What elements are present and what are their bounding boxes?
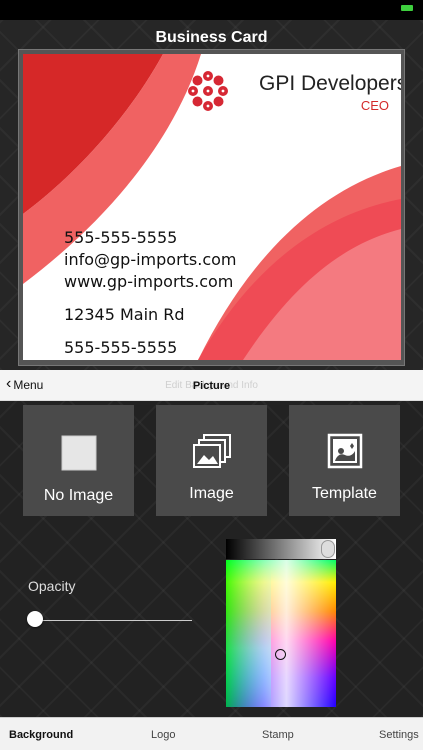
color-field-overlay bbox=[226, 560, 336, 707]
card-company-name: GPI Developers bbox=[259, 72, 401, 95]
status-bar bbox=[0, 0, 423, 20]
blank-square-icon bbox=[61, 435, 96, 471]
card-website: www.gp-imports.com bbox=[64, 272, 234, 291]
tab-stamp[interactable]: Stamp bbox=[262, 729, 294, 741]
tab-logo[interactable]: Logo bbox=[151, 729, 175, 741]
bottom-tab-bar: Background Logo Stamp Settings bbox=[0, 717, 423, 750]
battery-icon bbox=[401, 5, 413, 11]
color-picker[interactable] bbox=[226, 539, 336, 707]
template-label: Template bbox=[312, 485, 377, 502]
tab-settings[interactable]: Settings bbox=[379, 729, 419, 741]
card-address: 12345 Main Rd bbox=[64, 305, 185, 324]
brightness-slider-thumb[interactable] bbox=[321, 540, 335, 558]
gallery-icon bbox=[192, 434, 231, 468]
picture-settings-panel: No Image Image Template Opacity bbox=[0, 401, 423, 717]
nav-bar: ‹ Menu Edit Background Info Picture bbox=[0, 370, 423, 401]
card-phone-2: 555-555-5555 bbox=[64, 338, 178, 357]
card-role: CEO bbox=[360, 98, 389, 113]
opacity-label: Opacity bbox=[28, 578, 76, 594]
opacity-slider-thumb[interactable] bbox=[27, 611, 43, 627]
business-card-preview[interactable]: GPI Developers CEO 555-555-5555 info@gp-… bbox=[23, 54, 401, 360]
no-image-button[interactable]: No Image bbox=[23, 405, 134, 516]
no-image-label: No Image bbox=[43, 487, 114, 504]
template-button[interactable]: Template bbox=[289, 405, 400, 516]
template-icon bbox=[327, 433, 362, 469]
image-label: Image bbox=[189, 485, 234, 502]
page-title: Business Card bbox=[155, 29, 268, 46]
card-email: info@gp-imports.com bbox=[64, 250, 237, 269]
flower-logo-icon bbox=[188, 71, 228, 111]
hue-saturation-field[interactable] bbox=[226, 560, 336, 707]
tab-background[interactable]: Background bbox=[9, 729, 73, 741]
image-button[interactable]: Image bbox=[156, 405, 267, 516]
color-picker-cursor[interactable] bbox=[275, 649, 286, 660]
brightness-slider[interactable] bbox=[226, 539, 336, 559]
card-phone: 555-555-5555 bbox=[64, 228, 178, 247]
nav-title: Picture bbox=[192, 380, 231, 392]
opacity-slider-track[interactable] bbox=[35, 620, 192, 621]
